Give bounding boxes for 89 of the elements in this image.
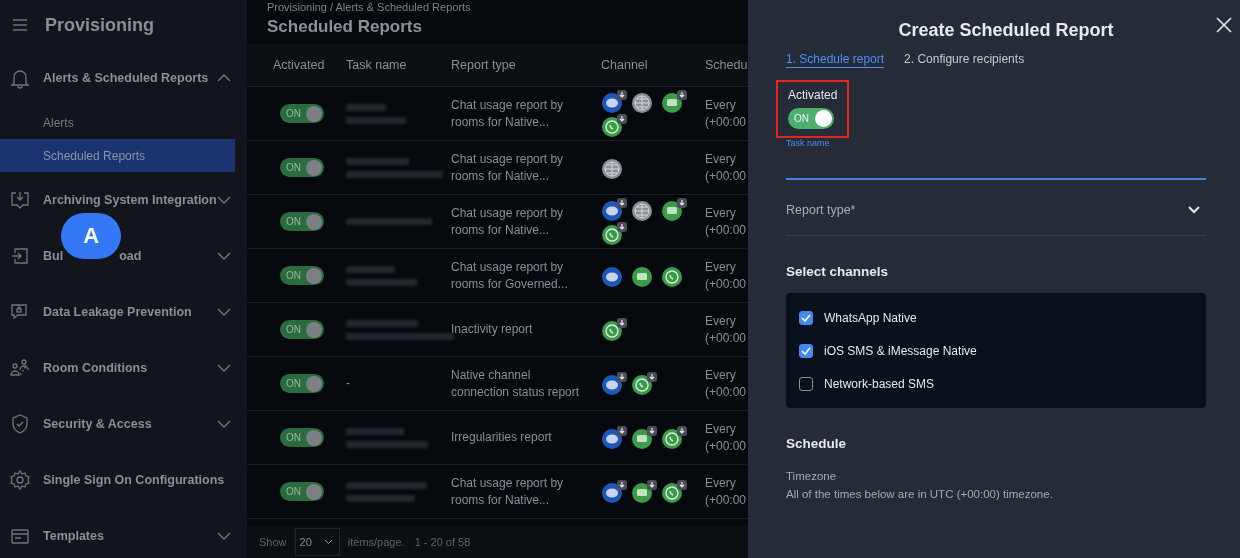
box-arrow-icon — [9, 245, 31, 267]
table-cell: (+00:00 — [705, 329, 748, 347]
checkbox-option[interactable]: WhatsApp Native — [799, 301, 1193, 334]
sidebar-label[interactable]: Templates — [43, 529, 104, 543]
sidebar-label[interactable]: oad — [119, 249, 142, 263]
chevron-up-icon[interactable] — [217, 74, 231, 82]
step-tab[interactable]: 2. Configure recipients — [904, 52, 1025, 68]
input-field[interactable]: Task name — [786, 138, 1206, 180]
sidebar-subitem[interactable]: Scheduled Reports — [0, 139, 235, 172]
chevron-down-icon[interactable] — [217, 420, 231, 428]
people-icon — [9, 357, 31, 379]
sidebar-subitem[interactable]: Alerts — [0, 106, 235, 139]
chevron-down-icon[interactable] — [217, 252, 231, 260]
table-cell: Irregularities report — [451, 430, 552, 444]
pager-label: Show — [259, 536, 287, 548]
chevron-down-icon[interactable] — [217, 364, 231, 372]
column-header: Schedu — [705, 58, 748, 72]
sidebar-label[interactable]: Security & Access — [43, 417, 152, 431]
checkbox[interactable] — [799, 376, 813, 391]
toggle-switch[interactable]: ON — [280, 212, 324, 231]
field-label: Activated — [788, 88, 838, 102]
table-cell: Chat usage report by rooms for Native... — [451, 151, 564, 183]
field-label: Timezone — [786, 470, 838, 482]
table-cell-text: Every — [705, 420, 737, 438]
checkbox-option[interactable]: Network-based SMS — [799, 367, 1193, 400]
table-cell: - — [346, 376, 351, 390]
chevron-down-icon[interactable] — [217, 532, 231, 540]
table-cell: (+00:00 — [705, 383, 748, 401]
toggle-switch[interactable]: ON — [280, 104, 324, 123]
table-cell: (+00:00 — [705, 167, 748, 185]
table-cell: (+00:00 — [705, 437, 748, 455]
tray-download-icon — [9, 189, 31, 211]
toggle-switch[interactable]: ON — [280, 266, 324, 285]
checkbox-option[interactable]: iOS SMS & iMessage Native — [799, 334, 1193, 367]
toggle-switch[interactable]: ON — [280, 374, 324, 393]
checkbox[interactable] — [799, 310, 813, 325]
table-cell-text: Every — [705, 96, 737, 114]
section-heading: Select channels — [786, 264, 890, 279]
drawer-title: Create Scheduled Report — [897, 19, 1115, 42]
table-cell: (+00:00 — [705, 113, 748, 131]
step-tab[interactable]: 1. Schedule report — [786, 52, 885, 68]
dropdown-field[interactable]: Report type* — [786, 180, 1206, 236]
toggle-switch[interactable]: ON — [280, 428, 324, 447]
chevron-down-icon — [323, 539, 333, 545]
bell-icon — [9, 67, 31, 89]
section-heading: Schedule — [786, 436, 848, 451]
sidebar-label[interactable]: Alerts & Scheduled Reports — [43, 71, 209, 85]
table-cell: Chat usage report by rooms for Native... — [451, 475, 564, 507]
column-header: Channel — [601, 58, 649, 72]
table-cell: Chat usage report by rooms for Governed... — [451, 259, 568, 291]
shield-check-icon — [9, 413, 31, 435]
close-icon[interactable] — [1216, 17, 1232, 33]
gear-icon — [9, 469, 31, 491]
breadcrumb: Provisioning / Alerts & Scheduled Reports — [266, 0, 472, 13]
table-cell-text: Every — [705, 312, 737, 330]
chevron-down-icon[interactable] — [217, 196, 231, 204]
table-cell: Inactivity report — [451, 322, 533, 336]
menu-icon[interactable] — [12, 18, 28, 32]
chevron-down-icon[interactable] — [217, 308, 231, 316]
sidebar-label[interactable]: Single Sign On Configurations — [43, 473, 225, 487]
toggle-switch[interactable]: ON — [280, 158, 324, 177]
table-cell: (+00:00 — [705, 275, 748, 293]
sidebar-title: Provisioning — [45, 14, 154, 36]
table-cell-text: Every — [705, 474, 737, 492]
table-cell: (+00:00 — [705, 491, 748, 509]
checkbox[interactable] — [799, 343, 813, 358]
sidebar-label[interactable]: Room Conditions — [43, 361, 148, 375]
sidebar-label[interactable]: Bul — [43, 249, 64, 263]
page-range: 1 - 20 of 58 — [414, 536, 471, 548]
table-cell-text: Every — [705, 366, 737, 384]
table-cell: (+00:00 — [705, 221, 748, 239]
column-header: Task name — [346, 58, 408, 72]
table-cell-text: Every — [705, 150, 737, 168]
table-cell: Native channel connection status report — [451, 367, 580, 399]
toggle-switch[interactable]: ON — [280, 320, 324, 339]
sidebar-label[interactable]: Data Leakage Prevention — [43, 305, 192, 319]
chevron-down-icon — [1188, 205, 1200, 214]
page-size-select[interactable]: 20 — [294, 528, 340, 556]
toggle-switch[interactable]: ON — [280, 482, 324, 501]
table-cell-text: Every — [705, 258, 737, 276]
column-header: Report type — [451, 58, 517, 72]
table-cell: Chat usage report by rooms for Native... — [451, 205, 564, 237]
help-text: All of the times below are in UTC (+00:00) timezone. — [786, 488, 1054, 500]
table-cell: Chat usage report by rooms for Native... — [451, 97, 564, 129]
column-header: Activated — [272, 58, 326, 72]
pager-label: items/page. — [347, 536, 405, 548]
sidebar-label[interactable]: Archiving System Integration — [43, 193, 217, 207]
page-title: Scheduled Reports — [266, 16, 423, 38]
table-cell-text: Every — [705, 204, 737, 222]
